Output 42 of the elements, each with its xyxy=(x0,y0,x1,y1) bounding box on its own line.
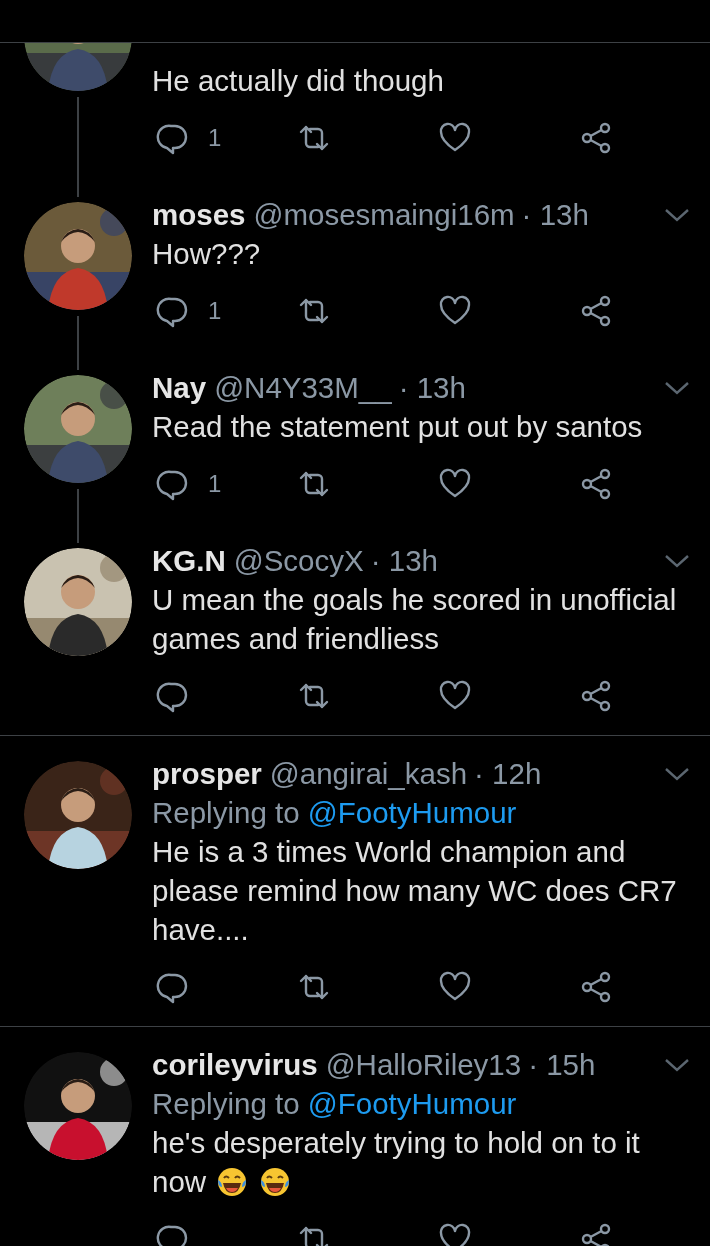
tweet-time: · 12h xyxy=(474,756,542,791)
chevron-down-icon[interactable] xyxy=(664,207,690,222)
share-icon[interactable] xyxy=(579,121,613,155)
chevron-down-icon[interactable] xyxy=(664,553,690,568)
user-name: prosper xyxy=(152,756,262,791)
user-handle: @ScocyX xyxy=(233,543,364,578)
chevron-down-icon[interactable] xyxy=(664,380,690,395)
tweet-time: · 13h xyxy=(398,370,466,405)
user-handle: @N4Y33M__ xyxy=(214,370,392,405)
tweet-text: He actually did though xyxy=(152,63,445,99)
replying-label: Replying to xyxy=(152,796,301,829)
tweet-time: · 13h xyxy=(521,197,589,232)
tweet-time: · 15h xyxy=(528,1047,596,1082)
reply-count: 1 xyxy=(208,470,222,498)
mention-link[interactable]: @FootyHumour xyxy=(307,796,517,829)
share-icon[interactable] xyxy=(579,294,613,328)
tweet-text: Read the statement put out by santos xyxy=(152,409,644,445)
user-name: KG.N xyxy=(152,543,226,578)
laughing-tears-icon xyxy=(258,1166,291,1198)
user-handle: @mosesmaingi16m xyxy=(253,197,515,232)
heart-icon[interactable] xyxy=(438,1222,472,1246)
laughing-tears-icon xyxy=(216,1166,249,1198)
user-name: corileyvirus xyxy=(152,1047,318,1082)
share-icon[interactable] xyxy=(579,1222,613,1246)
tweet-text: He is a 3 times World champion and please remind how many WC does CR7 have.... xyxy=(152,834,678,948)
tweet-text: U mean the goals he scored in unofficial games and friendliess xyxy=(152,582,678,657)
reply-count: 1 xyxy=(208,297,222,325)
tweet-text: he's desperately trying to hold on to it now xyxy=(152,1125,641,1200)
share-icon[interactable] xyxy=(579,679,613,713)
user-handle: @angirai_kash xyxy=(269,756,468,791)
user-name: moses xyxy=(152,197,246,232)
tweet-text: How??? xyxy=(152,236,262,272)
user-handle: @HalloRiley13 xyxy=(325,1047,522,1082)
replying-label: Replying to xyxy=(152,1087,301,1120)
reply-count: 1 xyxy=(208,124,222,152)
share-icon[interactable] xyxy=(579,970,613,1004)
chevron-down-icon[interactable] xyxy=(664,766,690,781)
user-name: Nay xyxy=(152,370,207,405)
tweet-time: · 13h xyxy=(370,543,438,578)
share-icon[interactable] xyxy=(579,467,613,501)
mention-link[interactable]: @FootyHumour xyxy=(307,1087,517,1120)
chevron-down-icon[interactable] xyxy=(664,1057,690,1072)
